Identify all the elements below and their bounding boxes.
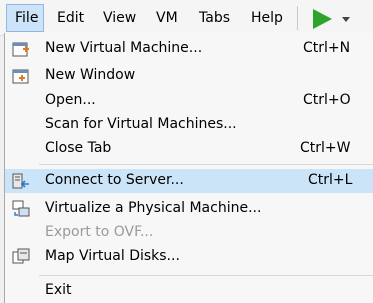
menu-item-new-virtual-machine[interactable]: New Virtual Machine... Ctrl+N <box>5 37 373 61</box>
menu-view[interactable]: View <box>103 4 143 32</box>
menu-item-virtualize-physical-machine[interactable]: Virtualize a Physical Machine... <box>5 197 373 221</box>
menu-item-label: Export to OVF... <box>45 224 154 240</box>
menu-edit[interactable]: Edit <box>57 4 91 32</box>
menu-item-map-virtual-disks[interactable]: Map Virtual Disks... <box>5 245 373 269</box>
menu-item-scan-virtual-machines[interactable]: Scan for Virtual Machines... <box>5 113 373 137</box>
menu-tabs[interactable]: Tabs <box>199 4 237 32</box>
menu-vm-label: VM <box>156 10 178 26</box>
power-on-button[interactable] <box>304 6 352 32</box>
virtualize-machine-icon <box>12 200 30 217</box>
menu-item-label: Connect to Server... <box>45 172 184 188</box>
menu-item-label: Open... <box>45 92 96 108</box>
menu-help[interactable]: Help <box>251 4 289 32</box>
menu-separator <box>39 164 373 165</box>
menu-item-label: Map Virtual Disks... <box>45 248 180 264</box>
menu-item-new-window[interactable]: New Window <box>5 64 373 88</box>
menu-vm[interactable]: VM <box>156 4 184 32</box>
play-icon <box>313 9 350 29</box>
menu-separator <box>39 275 373 276</box>
menu-item-label: Close Tab <box>45 140 112 156</box>
menu-item-export-to-ovf: Export to OVF... <box>5 221 373 245</box>
menu-item-label: Scan for Virtual Machines... <box>45 116 237 132</box>
menu-item-label: New Virtual Machine... <box>45 40 203 56</box>
menu-item-connect-to-server[interactable]: Connect to Server... Ctrl+L <box>5 169 373 193</box>
new-vm-icon <box>12 42 29 57</box>
shortcut-label: Ctrl+N <box>303 40 351 56</box>
menu-view-label: View <box>103 10 137 26</box>
map-disks-icon <box>12 248 30 264</box>
menu-tabs-label: Tabs <box>199 10 230 26</box>
menu-item-label: Virtualize a Physical Machine... <box>45 200 262 216</box>
shortcut-label: Ctrl+O <box>303 92 351 108</box>
toolbar-separator <box>297 6 298 30</box>
menu-file-label: File <box>15 10 39 26</box>
menu-file[interactable]: File <box>6 4 44 32</box>
menu-item-close-tab[interactable]: Close Tab Ctrl+W <box>5 137 373 161</box>
menu-item-open[interactable]: Open... Ctrl+O <box>5 89 373 113</box>
menu-item-label: New Window <box>45 67 136 83</box>
menu-edit-label: Edit <box>57 10 85 26</box>
menu-item-exit[interactable]: Exit <box>5 279 373 303</box>
menu-item-label: Exit <box>45 282 72 298</box>
menu-bar: File Edit View VM Tabs Help <box>0 0 373 36</box>
shortcut-label: Ctrl+L <box>308 172 353 188</box>
file-menu-dropdown: New Virtual Machine... Ctrl+N New Window… <box>4 33 373 303</box>
connect-server-icon <box>12 173 29 189</box>
shortcut-label: Ctrl+W <box>300 140 351 156</box>
menu-help-label: Help <box>251 10 283 26</box>
new-window-icon <box>12 69 29 84</box>
